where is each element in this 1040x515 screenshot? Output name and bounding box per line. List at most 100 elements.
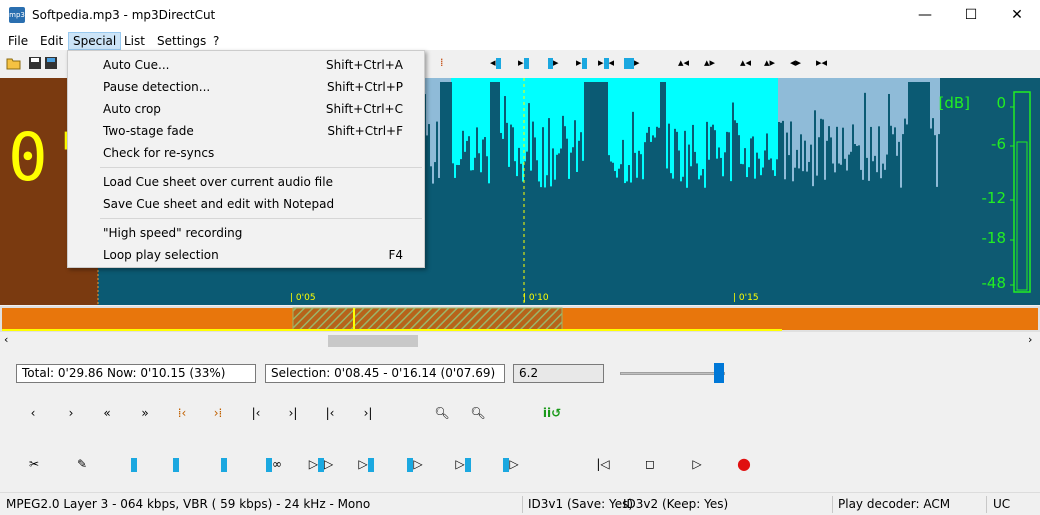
wave-peak — [672, 178, 674, 305]
volume-slider-track[interactable] — [620, 372, 725, 375]
wave-peak — [788, 155, 790, 305]
fade-in-icon[interactable]: ▴◂ — [678, 56, 689, 70]
overview-selection — [292, 307, 563, 331]
wave-peak — [532, 121, 534, 305]
fade-marker-icon[interactable]: ▴◂ — [740, 56, 751, 70]
fade-marker-2-icon[interactable]: ▴▸ — [764, 56, 775, 70]
zoom-field[interactable]: 6.2 — [513, 364, 604, 383]
menu-list[interactable]: List — [120, 32, 149, 50]
stop-icon[interactable]: ◻ — [642, 456, 658, 472]
wave-peak — [770, 158, 772, 305]
menu-edit[interactable]: Edit — [36, 32, 67, 50]
loop-play-icon[interactable]: ∞ — [258, 456, 290, 472]
wave-peak — [686, 187, 688, 305]
wave-peak — [772, 170, 774, 305]
set-end-marker-icon[interactable] — [170, 456, 182, 472]
wave-peak — [434, 162, 436, 305]
wave-peak — [636, 177, 638, 305]
goto-end-icon[interactable]: ›| — [285, 405, 301, 421]
menu-item-label: Auto Cue... — [103, 58, 170, 72]
wave-peak — [510, 124, 512, 305]
play-icon[interactable]: ▷ — [688, 456, 706, 472]
wave-peak — [574, 120, 576, 305]
scroll-right-icon[interactable]: › — [1028, 333, 1032, 346]
play-after-icon[interactable]: ▷ — [500, 456, 522, 472]
zoom-in-icon[interactable]: 🔍︎ — [432, 405, 452, 421]
menu-item-pause-detection[interactable]: Pause detection... Shift+Ctrl+P — [69, 76, 423, 98]
expand-icon[interactable]: ◂▸ — [790, 56, 801, 70]
set-begin-marker-icon[interactable] — [128, 456, 140, 472]
folder-open-icon[interactable] — [6, 56, 22, 70]
wave-peak — [694, 151, 696, 305]
goto-marker-icon[interactable]: ▸ — [518, 56, 529, 70]
menu-item-two-stage-fade[interactable]: Two-stage fade Shift+Ctrl+F — [69, 120, 423, 142]
scroll-thumb[interactable] — [328, 335, 418, 347]
save-icon[interactable] — [28, 56, 42, 70]
status-id3v1: ID3v1 (Save: Yes) — [528, 497, 634, 511]
menu-item-save-cue[interactable]: Save Cue sheet and edit with Notepad — [69, 193, 423, 215]
zoom-out-icon[interactable]: 🔍︎ — [468, 405, 488, 421]
wave-peak — [566, 138, 568, 305]
step-back-icon[interactable]: ‹ — [26, 405, 40, 421]
close-button[interactable]: ✕ — [994, 0, 1040, 30]
wave-peak — [536, 160, 538, 305]
menu-item-loop-play[interactable]: Loop play selection F4 — [69, 244, 423, 266]
menu-item-check-resyncs[interactable]: Check for re-syncs — [69, 142, 423, 164]
marker-dots-icon[interactable]: ⁞ — [440, 56, 444, 70]
menu-special[interactable]: Special — [68, 32, 122, 50]
fast-forward-icon[interactable]: » — [136, 405, 154, 421]
step-forward-icon[interactable]: › — [64, 405, 78, 421]
fade-out-icon[interactable]: ▴▸ — [704, 56, 715, 70]
overview-graph[interactable] — [0, 306, 1040, 332]
goto-begin-marker-icon[interactable]: ◂ — [490, 56, 501, 70]
play-before-icon[interactable]: ▷ — [452, 456, 474, 472]
wave-peak — [458, 165, 460, 305]
overview-bar[interactable] — [0, 306, 1040, 332]
volume-undo-icon[interactable]: ii↺ — [540, 405, 564, 421]
wave-peak — [720, 157, 722, 305]
mark-end-icon[interactable]: ›⁞ — [210, 405, 226, 421]
fast-back-icon[interactable]: « — [98, 405, 116, 421]
goto-sel-end-icon[interactable]: ›| — [360, 405, 376, 421]
scroll-left-icon[interactable]: ‹ — [4, 333, 8, 346]
marker-next-icon[interactable]: ▸ — [576, 56, 587, 70]
wave-peak — [790, 121, 792, 305]
marker-range-icon[interactable]: ▸ ◂ — [598, 56, 614, 70]
horizontal-scrollbar[interactable]: ‹ › — [0, 332, 1040, 350]
skip-back-icon[interactable]: |◁ — [594, 456, 612, 472]
mark-start-icon[interactable]: ⁞‹ — [174, 405, 190, 421]
wave-peak — [460, 159, 462, 305]
menu-settings[interactable]: Settings — [153, 32, 210, 50]
wave-peak — [866, 157, 868, 305]
marker-pair-icon[interactable]: ▸ — [624, 56, 640, 70]
wave-peak — [544, 187, 546, 305]
play-selection-icon[interactable]: ▷ ▷ — [300, 456, 342, 472]
menu-item-auto-crop[interactable]: Auto crop Shift+Ctrl+C — [69, 98, 423, 120]
scissors-icon[interactable]: ✂ — [22, 456, 46, 472]
save-as-icon[interactable] — [44, 56, 58, 70]
wave-peak — [542, 127, 544, 305]
record-icon[interactable]: ● — [736, 456, 752, 472]
wave-peak — [784, 179, 786, 305]
wave-peak — [680, 181, 682, 305]
pencil-icon[interactable]: ✎ — [72, 456, 92, 472]
maximize-button[interactable]: ☐ — [948, 0, 994, 30]
menu-item-auto-cue[interactable]: Auto Cue... Shift+Ctrl+A — [69, 54, 423, 76]
menu-help[interactable]: ? — [209, 32, 223, 50]
goto-start-icon[interactable]: |‹ — [248, 405, 264, 421]
window-title: Softpedia.mp3 - mp3DirectCut — [32, 8, 216, 22]
menu-file[interactable]: File — [4, 32, 32, 50]
wave-peak — [652, 135, 654, 305]
wave-peak — [478, 153, 480, 305]
minimize-button[interactable]: — — [902, 0, 948, 30]
menu-item-load-cue[interactable]: Load Cue sheet over current audio file — [69, 171, 423, 193]
menu-item-high-speed-recording[interactable]: "High speed" recording — [69, 222, 423, 244]
wave-peak — [560, 148, 562, 305]
marker-play-icon[interactable] — [218, 456, 230, 472]
play-from-marker-icon[interactable]: ▷ — [404, 456, 426, 472]
goto-sel-start-icon[interactable]: |‹ — [322, 405, 338, 421]
volume-slider-thumb[interactable] — [714, 363, 724, 383]
play-to-marker-icon[interactable]: ▷ — [356, 456, 376, 472]
collapse-icon[interactable]: ▸◂ — [816, 56, 827, 70]
set-marker-icon[interactable]: ▸ — [548, 56, 559, 70]
